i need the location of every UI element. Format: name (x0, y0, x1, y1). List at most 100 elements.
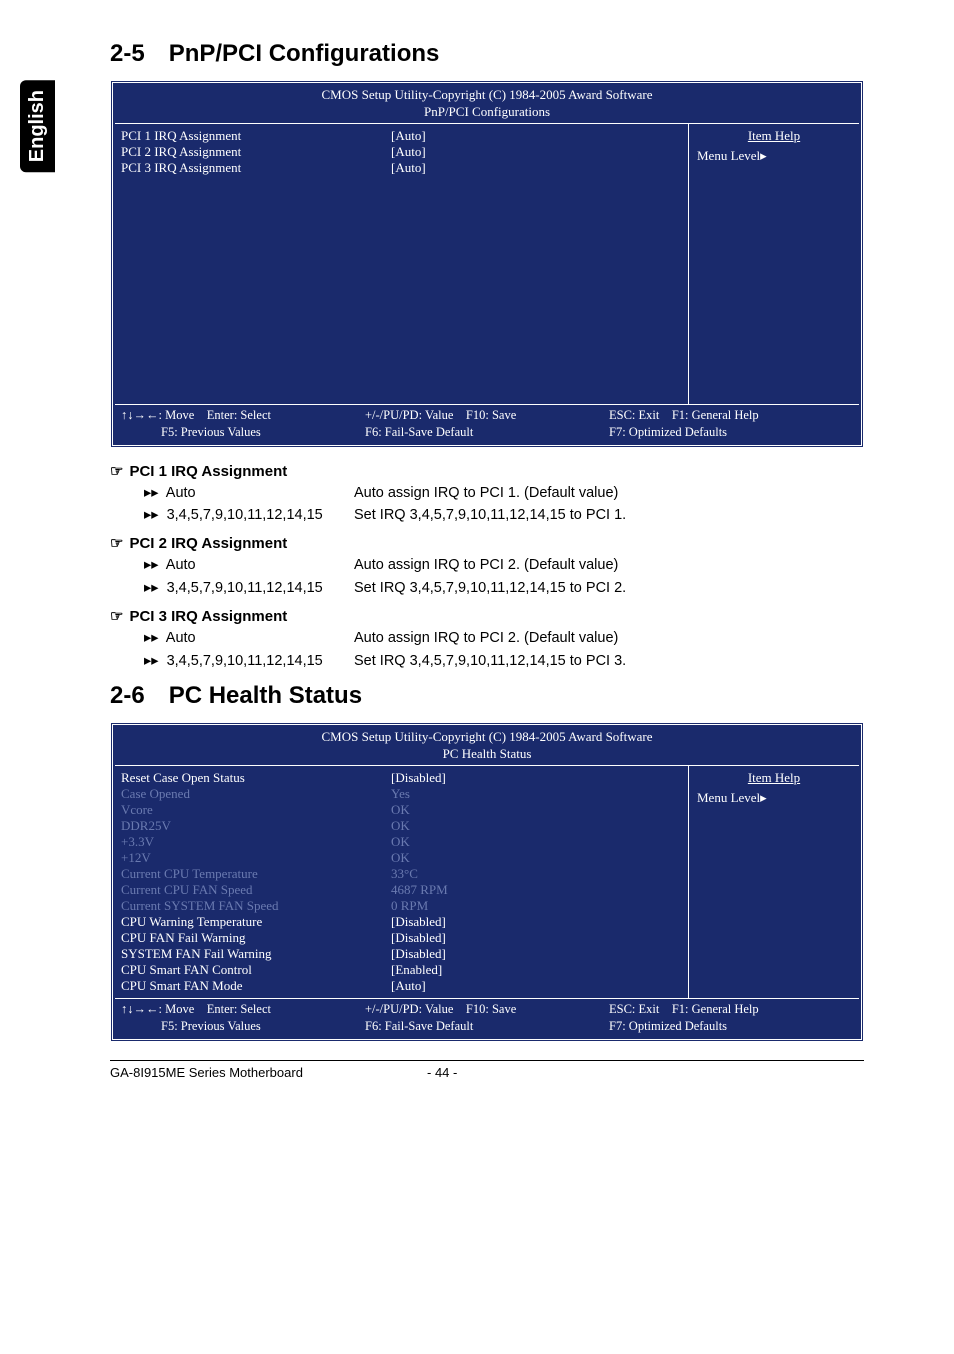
bios-setting-label: SYSTEM FAN Fail Warning (121, 946, 361, 962)
nav-f1: F1: General Help (672, 1002, 759, 1016)
option-heading: ☞PCI 1 IRQ Assignment (110, 462, 864, 480)
option-description: Set IRQ 3,4,5,7,9,10,11,12,14,15 to PCI … (354, 577, 864, 599)
bios-setting-value: 4687 RPM (361, 882, 682, 898)
item-help-heading: Item Help (697, 770, 851, 786)
bios-setting-row[interactable]: Current CPU FAN Speed4687 RPM (121, 882, 682, 898)
option-description: Auto assign IRQ to PCI 1. (Default value… (354, 482, 864, 504)
bios-setting-value: OK (361, 818, 682, 834)
bios-setting-value: [Auto] (361, 978, 682, 994)
bios-setting-label: CPU Smart FAN Mode (121, 978, 361, 994)
bios-setting-row[interactable]: +12VOK (121, 850, 682, 866)
bios-setting-row[interactable]: PCI 3 IRQ Assignment[Auto] (121, 160, 682, 176)
nav-esc: ESC: Exit (609, 408, 659, 422)
bios-setting-row[interactable]: PCI 2 IRQ Assignment[Auto] (121, 144, 682, 160)
nav-f7: F7: Optimized Defaults (609, 1018, 853, 1035)
bios-setting-value: [Auto] (361, 160, 682, 176)
bios-setting-row[interactable]: Current SYSTEM FAN Speed0 RPM (121, 898, 682, 914)
section-2-6-title: 2-6PC Health Status (110, 682, 864, 710)
nav-enter: Enter: Select (207, 408, 271, 422)
option-row: ▸▸ AutoAuto assign IRQ to PCI 2. (Defaul… (144, 627, 864, 649)
footer-product: GA-8I915ME Series Motherboard (110, 1065, 427, 1080)
double-arrow-icon: ▸▸ (144, 653, 159, 669)
bios-footer: ↑↓→←: Move Enter: Select F5: Previous Va… (115, 999, 859, 1037)
double-arrow-icon: ▸▸ (144, 580, 159, 596)
nav-f10: F10: Save (466, 1002, 516, 1016)
option-heading: ☞ PCI 2 IRQ Assignment (110, 534, 864, 552)
bios-setting-value: 33°C (361, 866, 682, 882)
bios-header: CMOS Setup Utility-Copyright (C) 1984-20… (115, 727, 859, 765)
option-description: Auto assign IRQ to PCI 2. (Default value… (354, 627, 864, 649)
option-heading-text: PCI 1 IRQ Assignment (129, 463, 287, 480)
bios-pnp-pci-box: CMOS Setup Utility-Copyright (C) 1984-20… (110, 80, 864, 448)
bios-footer: ↑↓→←: Move Enter: Select F5: Previous Va… (115, 405, 859, 443)
hand-icon: ☞ (110, 608, 123, 625)
double-arrow-icon: ▸▸ (144, 630, 159, 646)
bios-setting-value: [Auto] (361, 144, 682, 160)
option-heading-text: PCI 3 IRQ Assignment (129, 608, 287, 625)
bios-setting-row[interactable]: +3.3VOK (121, 834, 682, 850)
bios-setting-label: +3.3V (121, 834, 361, 850)
bios-setting-label: CPU FAN Fail Warning (121, 930, 361, 946)
bios-setting-row[interactable]: CPU Warning Temperature[Disabled] (121, 914, 682, 930)
section-number: 2-6 (110, 682, 145, 709)
menu-arrow-icon: ▸ (760, 790, 767, 805)
bios-help-pane: Item Help Menu Level▸ (689, 766, 859, 998)
bios-setting-row[interactable]: CPU Smart FAN Mode[Auto] (121, 978, 682, 994)
bios-setting-label: CPU Smart FAN Control (121, 962, 361, 978)
option-description: Set IRQ 3,4,5,7,9,10,11,12,14,15 to PCI … (354, 504, 864, 526)
option-key: ▸▸ 3,4,5,7,9,10,11,12,14,15 (144, 650, 354, 672)
bios-subtitle: PnP/PCI Configurations (115, 104, 859, 121)
section-name: PnP/PCI Configurations (169, 40, 440, 67)
bios-setting-value: OK (361, 850, 682, 866)
option-block: ☞ PCI 2 IRQ Assignment ▸▸ AutoAuto assign … (110, 534, 864, 599)
bios-setting-row[interactable]: Reset Case Open Status[Disabled] (121, 770, 682, 786)
option-block: ☞PCI 1 IRQ Assignment ▸▸ AutoAuto assign … (110, 462, 864, 527)
bios-setting-value: [Disabled] (361, 930, 682, 946)
option-row: ▸▸ 3,4,5,7,9,10,11,12,14,15Set IRQ 3,4,5… (144, 577, 864, 599)
section-2-5-title: 2-5PnP/PCI Configurations (110, 40, 864, 68)
bios-left-pane: PCI 1 IRQ Assignment[Auto]PCI 2 IRQ Assi… (115, 124, 689, 404)
double-arrow-icon: ▸▸ (144, 557, 159, 573)
bios-setting-row[interactable]: SYSTEM FAN Fail Warning[Disabled] (121, 946, 682, 962)
option-key: ▸▸ Auto (144, 627, 354, 649)
language-tab: English (20, 80, 55, 172)
page-footer: GA-8I915ME Series Motherboard - 44 - (110, 1060, 864, 1080)
bios-setting-value: Yes (361, 786, 682, 802)
menu-level: Menu Level▸ (697, 790, 851, 806)
bios-setting-row[interactable]: CPU FAN Fail Warning[Disabled] (121, 930, 682, 946)
bios-setting-label: CPU Warning Temperature (121, 914, 361, 930)
option-key: ▸▸ 3,4,5,7,9,10,11,12,14,15 (144, 504, 354, 526)
bios-setting-value: OK (361, 834, 682, 850)
option-heading-text: PCI 2 IRQ Assignment (129, 535, 287, 552)
nav-esc: ESC: Exit (609, 1002, 659, 1016)
bios-setting-value: [Auto] (361, 128, 682, 144)
bios-setting-row[interactable]: Current CPU Temperature33°C (121, 866, 682, 882)
item-help-heading: Item Help (697, 128, 851, 144)
bios-setting-label: Case Opened (121, 786, 361, 802)
double-arrow-icon: ▸▸ (144, 485, 159, 501)
bios-pc-health-box: CMOS Setup Utility-Copyright (C) 1984-20… (110, 722, 864, 1042)
nav-move: ↑↓→←: Move (121, 408, 194, 422)
bios-setting-value: 0 RPM (361, 898, 682, 914)
bios-setting-value: [Disabled] (361, 914, 682, 930)
option-row: ▸▸ AutoAuto assign IRQ to PCI 2. (Defaul… (144, 554, 864, 576)
option-key: ▸▸ Auto (144, 554, 354, 576)
bios-setting-value: OK (361, 802, 682, 818)
nav-value: +/-/PU/PD: Value (365, 1002, 453, 1016)
bios-setting-row[interactable]: PCI 1 IRQ Assignment[Auto] (121, 128, 682, 144)
bios-setting-label: +12V (121, 850, 361, 866)
option-row: ▸▸ 3,4,5,7,9,10,11,12,14,15Set IRQ 3,4,5… (144, 504, 864, 526)
bios-left-pane: Reset Case Open Status[Disabled]Case Ope… (115, 766, 689, 998)
bios-setting-row[interactable]: DDR25VOK (121, 818, 682, 834)
bios-setting-value: [Disabled] (361, 946, 682, 962)
bios-setting-label: Current CPU FAN Speed (121, 882, 361, 898)
bios-setting-row[interactable]: Case OpenedYes (121, 786, 682, 802)
bios-setting-row[interactable]: VcoreOK (121, 802, 682, 818)
option-row: ▸▸ 3,4,5,7,9,10,11,12,14,15Set IRQ 3,4,5… (144, 650, 864, 672)
hand-icon: ☞ (110, 535, 123, 552)
bios-setting-label: PCI 2 IRQ Assignment (121, 144, 361, 160)
bios-setting-label: PCI 1 IRQ Assignment (121, 128, 361, 144)
bios-setting-row[interactable]: CPU Smart FAN Control[Enabled] (121, 962, 682, 978)
nav-f1: F1: General Help (672, 408, 759, 422)
option-row: ▸▸ AutoAuto assign IRQ to PCI 1. (Defaul… (144, 482, 864, 504)
